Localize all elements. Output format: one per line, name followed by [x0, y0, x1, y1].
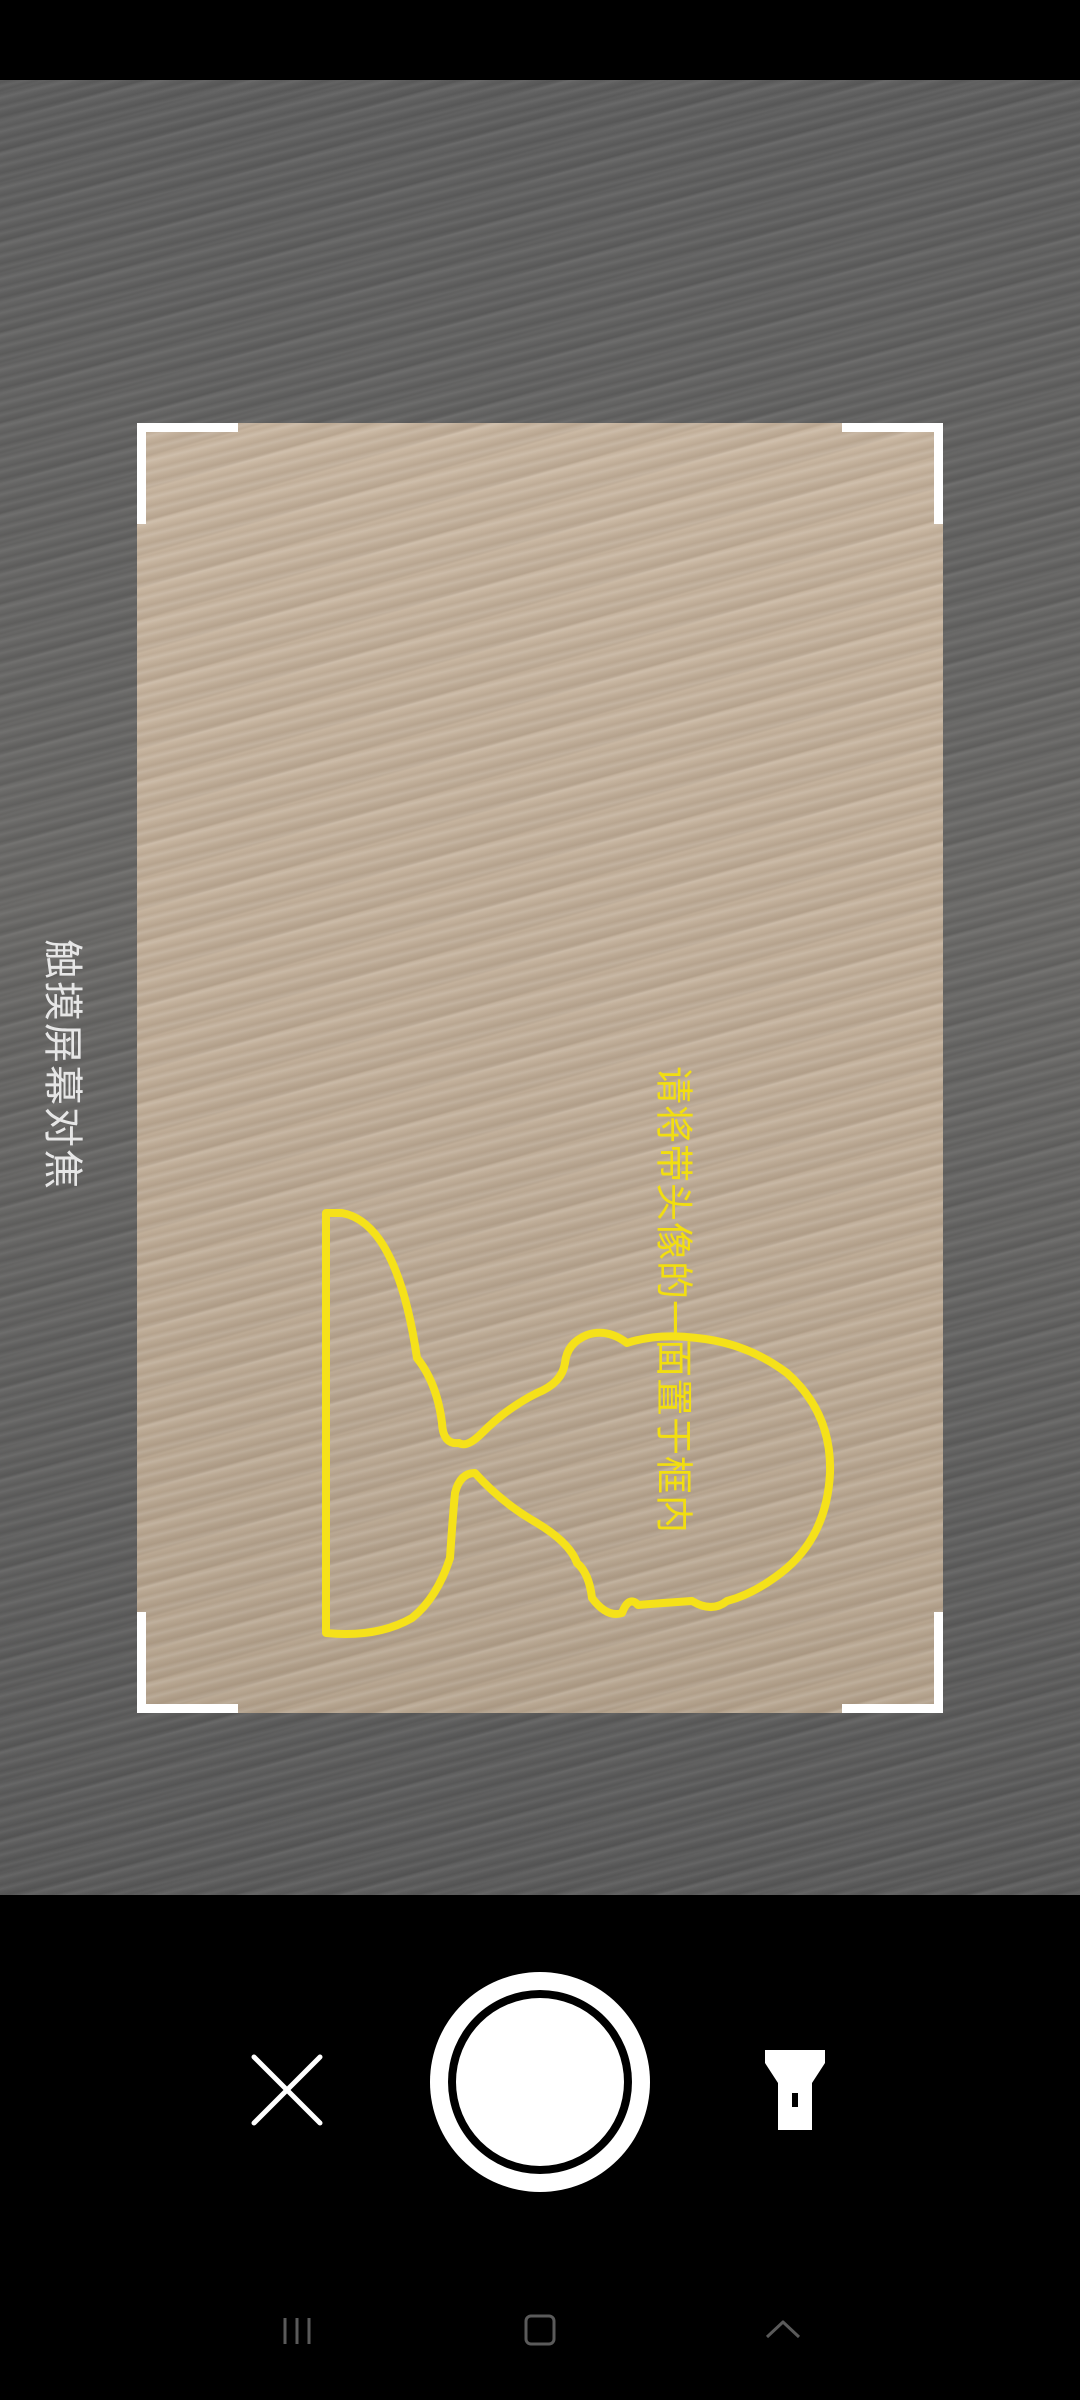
portrait-outline-path	[322, 1209, 835, 1638]
id-card-scan-frame: 请将带头像的一面置于框内	[137, 423, 943, 1713]
home-button[interactable]	[500, 2290, 580, 2370]
portrait-outline-icon	[322, 1209, 835, 1638]
recent-apps-icon	[283, 2318, 311, 2344]
home-icon	[524, 2314, 556, 2346]
camera-screen: 触摸屏幕对焦 请将带头像的一面置于框内	[0, 0, 1080, 2400]
close-icon	[251, 2054, 323, 2126]
back-button[interactable]	[743, 2290, 823, 2370]
back-icon	[765, 2320, 801, 2339]
camera-viewfinder[interactable]: 触摸屏幕对焦 请将带头像的一面置于框内	[0, 80, 1080, 1895]
recent-apps-button[interactable]	[257, 2290, 337, 2370]
shutter-button[interactable]	[430, 1972, 650, 2192]
focus-hint: 触摸屏幕对焦	[39, 939, 85, 1191]
flashlight-button[interactable]	[745, 2040, 845, 2140]
shutter-icon	[456, 1998, 624, 2166]
system-navigation-bar	[0, 2290, 1080, 2380]
flashlight-icon	[765, 2050, 825, 2130]
status-bar	[0, 0, 1080, 80]
close-button[interactable]	[237, 2040, 337, 2140]
